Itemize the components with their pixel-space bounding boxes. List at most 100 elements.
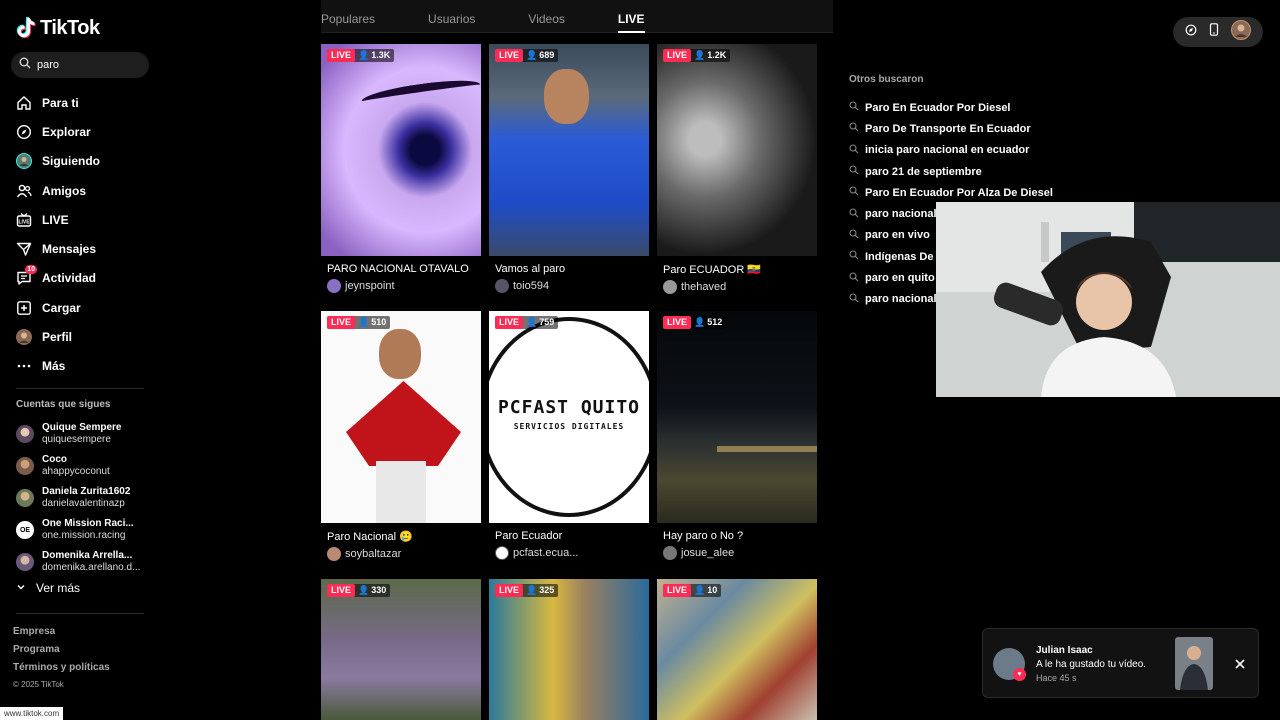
- live-host[interactable]: pcfast.ecua...: [495, 546, 649, 560]
- footer-link-terminos[interactable]: Términos y políticas: [13, 662, 110, 680]
- activity-badge: 10: [25, 265, 37, 275]
- live-host[interactable]: thehaved: [663, 280, 817, 294]
- live-thumbnail: LIVE 👤 689: [489, 44, 649, 256]
- related-search-item[interactable]: inicia paro nacional en ecuador: [849, 140, 1069, 161]
- live-card[interactable]: LIVE 👤 10: [657, 579, 817, 720]
- following-account[interactable]: Daniela Zurita1602 danielavalentinazp: [16, 482, 160, 514]
- tab-videos[interactable]: Videos: [528, 0, 564, 33]
- tab-populares[interactable]: Populares: [321, 0, 375, 33]
- live-host[interactable]: josue_alee: [663, 546, 817, 560]
- search-input[interactable]: [37, 59, 137, 71]
- related-search-label: paro en quito: [865, 272, 935, 285]
- nav-item-amigos[interactable]: Amigos: [0, 176, 160, 205]
- notification-video-thumbnail[interactable]: [1175, 637, 1213, 690]
- notification-user-name: Julian Isaac: [1036, 645, 1093, 656]
- top-right-controls: [1173, 17, 1263, 47]
- poncho-art: [346, 381, 461, 466]
- main-nav: Para ti Explorar Siguiendo Amigos LIVE L…: [0, 88, 160, 381]
- avatar: [16, 489, 34, 507]
- profile-avatar-icon[interactable]: [1231, 19, 1251, 45]
- nav-label: Más: [42, 359, 66, 374]
- nav-item-mensajes[interactable]: Mensajes: [0, 234, 160, 263]
- search-bar[interactable]: [11, 52, 149, 78]
- messages-icon: [16, 241, 32, 257]
- nav-item-perfil[interactable]: Perfil: [0, 322, 160, 351]
- nav-label: Perfil: [42, 330, 73, 345]
- nav-item-siguiendo[interactable]: Siguiendo: [0, 147, 160, 176]
- footer-link-programa[interactable]: Programa: [13, 644, 110, 662]
- live-title: Paro ECUADOR 🇪🇨: [663, 264, 762, 276]
- related-search-label: inicia paro nacional en ecuador: [865, 144, 1030, 157]
- see-more-button[interactable]: Ver más: [16, 581, 80, 595]
- live-card[interactable]: PCFAST QUITO SERVICIOS DIGITALES LIVE 👤 75…: [489, 311, 649, 560]
- search-icon: [849, 186, 859, 199]
- search-tabs: Populares Usuarios Videos LIVE: [321, 0, 833, 33]
- live-card[interactable]: LIVE 👤 1.2K Paro ECUADOR 🇪🇨 thehaved: [657, 44, 817, 294]
- related-search-item[interactable]: Paro De Transporte En Ecuador: [849, 118, 1069, 139]
- search-icon: [849, 229, 859, 242]
- viewer-icon: 👤: [358, 317, 370, 327]
- close-icon[interactable]: [1233, 657, 1247, 671]
- viewer-icon: 👤: [694, 50, 706, 60]
- activity-icon: 10: [16, 265, 37, 286]
- related-search-item[interactable]: paro 21 de septiembre: [849, 161, 1069, 182]
- live-label: LIVE: [495, 316, 524, 329]
- viewer-icon: 👤: [694, 585, 706, 595]
- tiktok-logo[interactable]: TikTok: [16, 16, 100, 40]
- live-host[interactable]: soybaltazar: [327, 547, 481, 561]
- friends-icon: [16, 183, 32, 199]
- live-label: LIVE: [663, 316, 692, 329]
- nav-item-explorar[interactable]: Explorar: [0, 117, 160, 146]
- home-icon: [16, 95, 32, 111]
- tab-live[interactable]: LIVE: [617, 0, 645, 33]
- live-card[interactable]: LIVE 👤 689 Vamos al paro toio594: [489, 44, 649, 293]
- following-account[interactable]: Domenika Arrella... domenika.arellano.d..…: [16, 546, 160, 578]
- nav-item-live[interactable]: LIVE LIVE: [0, 205, 160, 234]
- live-host[interactable]: jeynspoint: [327, 279, 481, 293]
- thumbnail-art: [376, 461, 426, 523]
- viewer-count: 1.3K: [371, 50, 391, 60]
- nav-label: Siguiendo: [42, 154, 100, 169]
- live-card[interactable]: LIVE 👤 510 Paro Nacional 🥲 soybaltazar: [321, 311, 481, 561]
- phone-icon[interactable]: [1209, 23, 1219, 41]
- pcfast-logo-text: PCFAST QUITO: [497, 397, 641, 418]
- live-card[interactable]: LIVE 👤 512 Hay paro o No ? josue_alee: [657, 311, 817, 560]
- heart-icon: ♥: [1013, 668, 1026, 681]
- thumbnail-art: [717, 446, 817, 452]
- following-avatar-icon: [16, 153, 32, 170]
- compass-icon[interactable]: [1185, 23, 1197, 41]
- live-label: LIVE: [663, 49, 692, 62]
- nav-item-para-ti[interactable]: Para ti: [0, 88, 160, 117]
- nav-item-mas[interactable]: Más: [0, 352, 160, 381]
- live-card[interactable]: LIVE 👤 325: [489, 579, 649, 720]
- live-card[interactable]: LIVE 👤 1.3K PARO NACIONAL OTAVALO jeynspoi…: [321, 44, 481, 293]
- live-badge: LIVE 👤 10: [663, 584, 722, 597]
- live-host[interactable]: toio594: [495, 279, 649, 293]
- thumbnail-art: [379, 329, 421, 379]
- live-card[interactable]: LIVE 👤 330: [321, 579, 481, 720]
- following-account[interactable]: Coco ahappycoconut: [16, 450, 160, 482]
- following-account[interactable]: OE One Mission Raci... one.mission.racing: [16, 514, 160, 546]
- live-badge: LIVE 👤 1.3K: [327, 49, 395, 62]
- search-icon: [19, 56, 31, 74]
- following-account[interactable]: Quique Sempere quiquesempere: [16, 418, 160, 450]
- live-badge: LIVE 👤 325: [495, 584, 559, 597]
- related-search-item[interactable]: Paro En Ecuador Por Diesel: [849, 97, 1069, 118]
- search-icon: [849, 250, 859, 263]
- viewer-icon: 👤: [358, 585, 370, 595]
- viewer-count: 1.2K: [707, 50, 727, 60]
- like-notification-toast[interactable]: ♥ Julian Isaac A le ha gustado tu vídeo.…: [982, 628, 1259, 698]
- nav-item-cargar[interactable]: Cargar: [0, 293, 160, 322]
- webcam-image: [936, 202, 1280, 397]
- live-thumbnail: LIVE 👤 330: [321, 579, 481, 720]
- related-search-item[interactable]: Paro En Ecuador Por Alza De Diesel: [849, 182, 1069, 203]
- account-name: Quique Sempere: [42, 422, 122, 433]
- tab-usuarios[interactable]: Usuarios: [428, 0, 475, 33]
- live-title: Paro Ecuador: [495, 530, 563, 542]
- nav-item-actividad[interactable]: 10 Actividad: [0, 264, 160, 293]
- account-username: one.mission.racing: [42, 530, 126, 541]
- viewer-count: 510: [371, 317, 387, 327]
- footer-link-empresa[interactable]: Empresa: [13, 626, 110, 644]
- pcfast-logo-subtitle: SERVICIOS DIGITALES: [513, 422, 625, 431]
- viewer-count: 759: [539, 317, 555, 327]
